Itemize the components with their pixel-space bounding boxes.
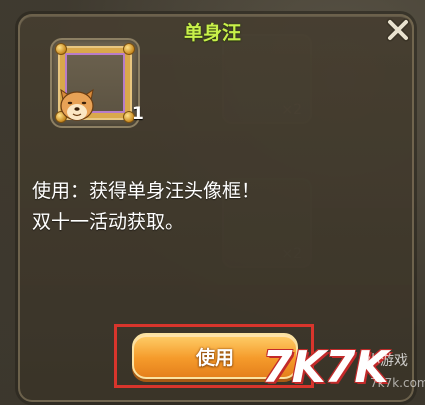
description-line: 使用：获得单身汪头像框！ (32, 180, 261, 202)
watermark-url: 7k7k.com (370, 376, 425, 390)
dog-face-icon (60, 88, 94, 121)
close-x-icon (386, 18, 410, 42)
use-button-label: 使用 (195, 346, 234, 369)
close-button[interactable] (382, 14, 414, 46)
item-description: 使用：获得单身汪头像框！ 双十一活动获取。 (32, 176, 392, 238)
item-count: 1 (132, 104, 144, 124)
frame-corner (55, 43, 67, 55)
item-slot (50, 38, 140, 128)
description-line: 双十一活动获取。 (32, 211, 185, 233)
watermark-sub: 小游戏 (366, 353, 408, 369)
frame-corner (123, 43, 135, 55)
watermark-logo: 7K7K 小游戏 7k7k.com (262, 340, 425, 402)
